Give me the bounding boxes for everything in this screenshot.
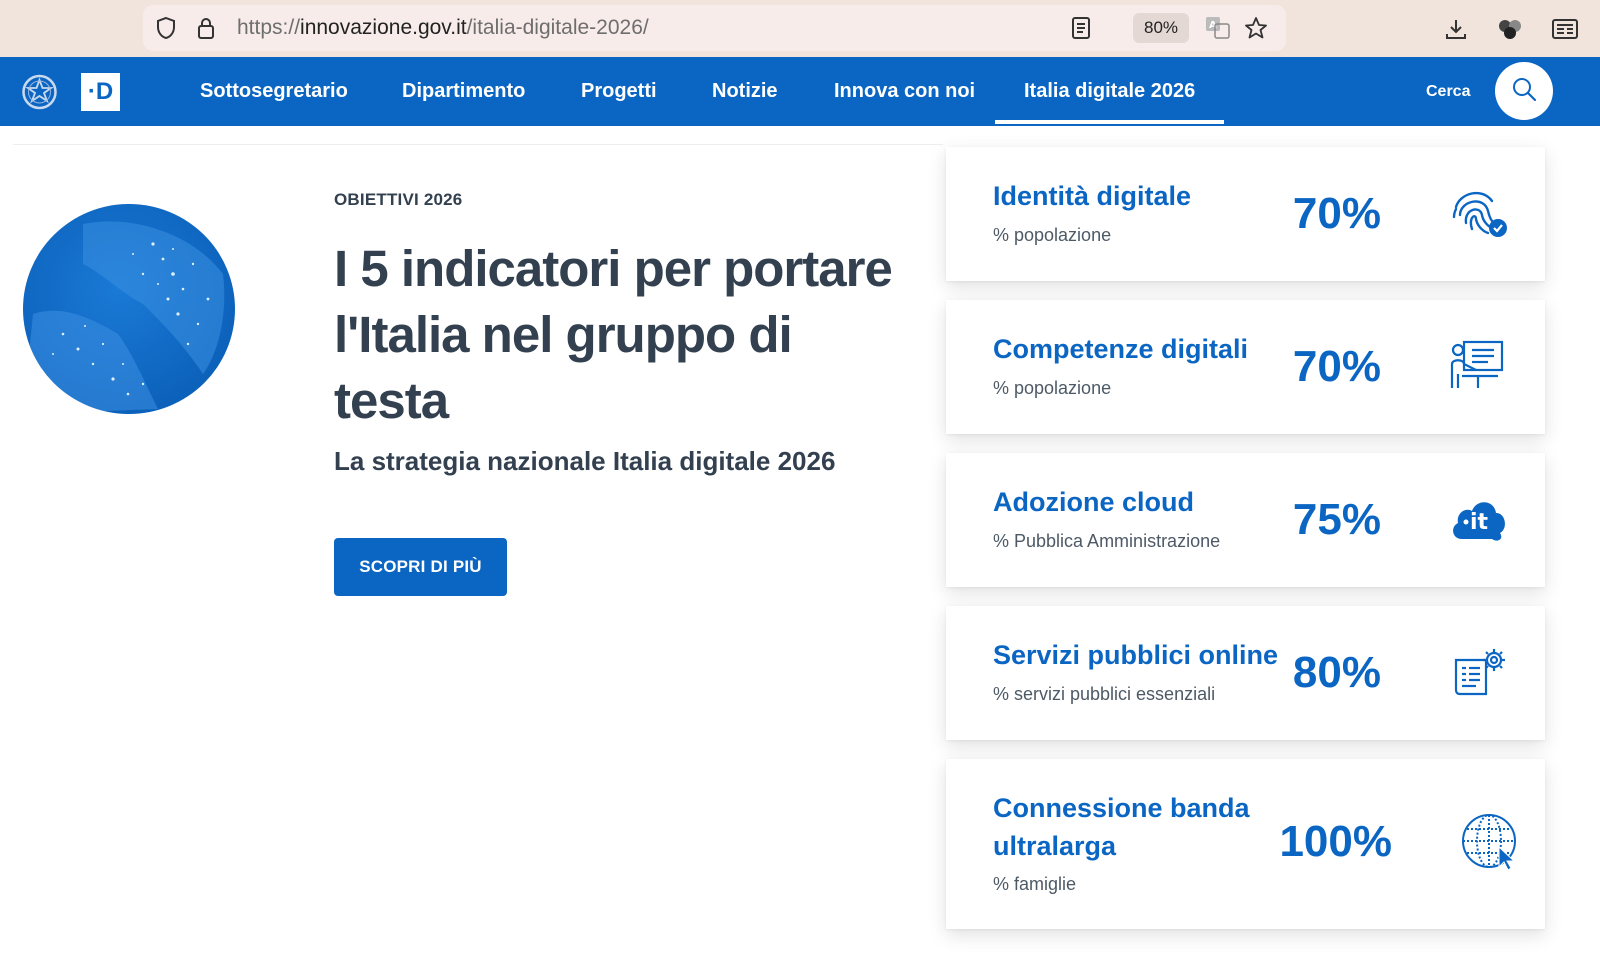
- divider: [13, 144, 943, 145]
- discover-more-button[interactable]: SCOPRI DI PIÙ: [334, 538, 507, 596]
- browser-toolbar: https://innovazione.gov.it/italia-digita…: [0, 0, 1600, 57]
- reader-list-icon[interactable]: [1550, 14, 1580, 44]
- lock-icon[interactable]: [193, 15, 219, 41]
- extensions-icon[interactable]: [1495, 14, 1525, 44]
- indicator-value: 75%: [1292, 495, 1381, 544]
- main-navbar: ·D Sottosegretario Dipartimento Progetti…: [0, 57, 1600, 126]
- indicator-card-competenze[interactable]: Competenze digitali % popolazione 70%: [946, 300, 1545, 434]
- shield-icon[interactable]: [153, 15, 179, 41]
- address-bar[interactable]: https://innovazione.gov.it/italia-digita…: [143, 5, 1286, 51]
- cloud-it-icon: it: [1448, 489, 1510, 551]
- fingerprint-icon: [1448, 183, 1510, 245]
- hero-title: I 5 indicatori per portare l'Italia nel …: [334, 240, 893, 429]
- nav-item-sottosegretario[interactable]: Sottosegretario: [200, 57, 348, 126]
- earth-night-image: [23, 204, 235, 414]
- indicator-card-banda-ultralarga[interactable]: Connessione banda ultralarga % famiglie …: [946, 759, 1545, 929]
- indicator-title: Connessione banda ultralarga: [993, 793, 1250, 861]
- bookmark-star-icon[interactable]: [1243, 15, 1269, 41]
- zoom-indicator[interactable]: 80%: [1133, 13, 1189, 43]
- indicator-card-cloud[interactable]: Adozione cloud % Pubblica Amministrazion…: [946, 453, 1545, 587]
- indicator-subtitle: % famiglie: [993, 874, 1077, 894]
- svg-text:it: it: [1470, 510, 1489, 535]
- search-label[interactable]: Cerca: [1426, 57, 1470, 126]
- active-tab-indicator: [995, 120, 1224, 124]
- department-logo[interactable]: ·D: [81, 73, 120, 111]
- republic-emblem-icon[interactable]: [21, 72, 58, 112]
- indicator-card-identita[interactable]: Identità digitale % popolazione 70%: [946, 147, 1545, 281]
- nav-item-italia-digitale-2026[interactable]: Italia digitale 2026: [1024, 57, 1195, 126]
- reader-view-icon[interactable]: [1068, 15, 1094, 41]
- indicator-card-servizi[interactable]: Servizi pubblici online % servizi pubbli…: [946, 606, 1545, 740]
- indicator-value: 70%: [1292, 342, 1381, 391]
- download-icon[interactable]: [1441, 14, 1471, 44]
- presentation-icon: [1448, 336, 1510, 398]
- indicator-value: 80%: [1292, 648, 1381, 697]
- nav-item-notizie[interactable]: Notizie: [712, 57, 778, 126]
- search-button[interactable]: [1495, 62, 1553, 120]
- indicator-subtitle: % popolazione: [993, 378, 1112, 398]
- indicator-subtitle: % popolazione: [993, 225, 1112, 245]
- hero-eyebrow: OBIETTIVI 2026: [334, 190, 463, 209]
- url-host: innovazione.gov.it: [300, 16, 467, 39]
- document-gear-icon: [1448, 642, 1510, 704]
- url-text[interactable]: https://innovazione.gov.it/italia-digita…: [237, 16, 649, 40]
- indicator-value: 100%: [1279, 817, 1392, 866]
- url-scheme: https://: [237, 16, 301, 39]
- translate-icon[interactable]: A: [1205, 15, 1231, 41]
- indicator-subtitle: % servizi pubblici essenziali: [993, 684, 1216, 704]
- globe-cursor-icon: [1459, 811, 1521, 873]
- search-icon: [1511, 76, 1537, 107]
- indicator-value: 70%: [1292, 189, 1381, 238]
- url-path: /italia-digitale-2026/: [466, 16, 649, 39]
- nav-item-innova-con-noi[interactable]: Innova con noi: [834, 57, 975, 126]
- nav-item-dipartimento[interactable]: Dipartimento: [402, 57, 525, 126]
- nav-item-progetti[interactable]: Progetti: [581, 57, 657, 126]
- hero-subtitle: La strategia nazionale Italia digitale 2…: [334, 446, 836, 476]
- indicator-subtitle: % Pubblica Amministrazione: [993, 531, 1221, 551]
